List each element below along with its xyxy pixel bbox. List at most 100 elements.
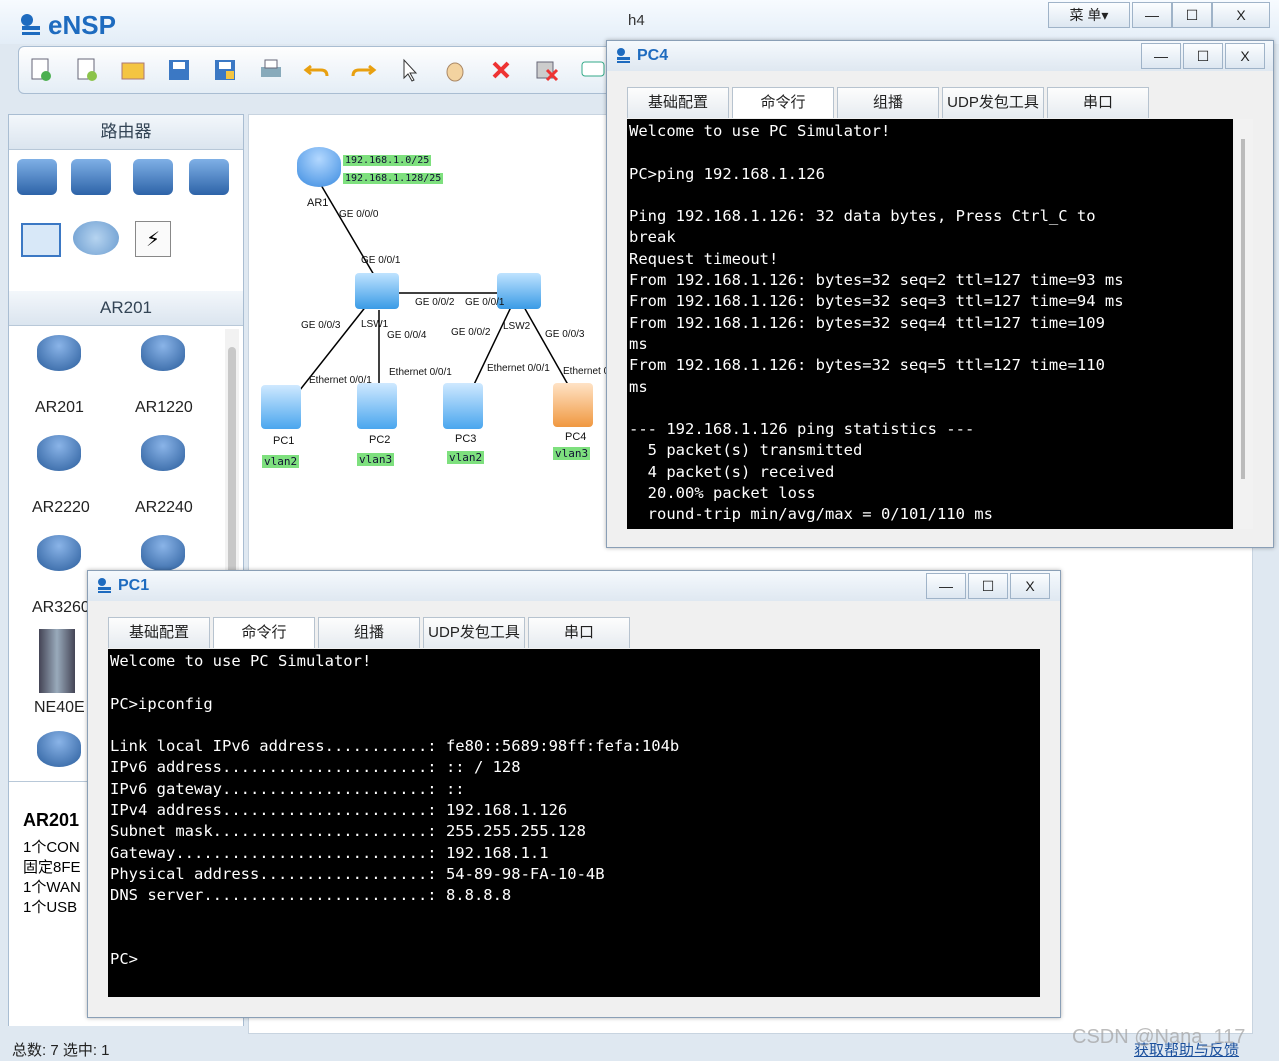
new-topology-icon[interactable] (27, 56, 55, 84)
select-icon[interactable] (395, 56, 423, 84)
minimize-button[interactable]: — (926, 573, 966, 599)
terminal-line: --- 192.168.1.126 ping statistics --- (629, 420, 975, 439)
firewall-category-icon[interactable] (189, 159, 229, 195)
router-device-icon[interactable] (141, 335, 185, 371)
terminal-line: PC>ping 192.168.1.126 (629, 164, 825, 183)
pc1-terminal[interactable]: Welcome to use PC Simulator! PC>ipconfig L… (108, 649, 1040, 997)
tab-udp-tool[interactable]: UDP发包工具 (942, 87, 1044, 118)
delete-link-icon[interactable] (533, 56, 561, 84)
port-label: Ethernet 0/0/1 (487, 363, 550, 374)
save-as-icon[interactable] (211, 56, 239, 84)
tab-multicast[interactable]: 组播 (318, 617, 420, 648)
route-label: 192.168.1.128/25 (343, 173, 444, 184)
tab-udp-tool[interactable]: UDP发包工具 (423, 617, 525, 648)
text-icon[interactable] (579, 56, 607, 84)
pc-label: PC4 (565, 431, 587, 443)
pc-category-icon[interactable] (21, 223, 61, 257)
ar1-label: AR1 (307, 197, 329, 209)
ne40e-device-icon[interactable] (39, 629, 75, 693)
pc1-title-bar[interactable] (88, 571, 1060, 601)
router-category-icon[interactable] (17, 159, 57, 195)
router-device-icon[interactable] (141, 435, 185, 471)
minimize-button[interactable]: — (1141, 43, 1181, 69)
maximize-button[interactable]: ☐ (1183, 43, 1223, 69)
close-button[interactable]: X (1225, 43, 1265, 69)
print-icon[interactable] (257, 56, 285, 84)
pc4-window: PC4 — ☐ X 基础配置 命令行 组播 UDP发包工具 串口 Welcome… (606, 40, 1274, 548)
lsw1-switch-icon[interactable] (355, 273, 399, 309)
terminal-line: Request timeout! (629, 249, 779, 268)
terminal-line: Link local IPv6 address...........: fe80… (110, 737, 680, 756)
pc1-title: PC1 (118, 577, 150, 594)
undo-icon[interactable] (303, 56, 331, 84)
terminal-line: 4 packet(s) received (629, 462, 835, 481)
terminal-line: DNS server........................: 8.8.… (110, 886, 512, 905)
pc2-icon[interactable] (357, 383, 397, 429)
info-line: 1个CON (23, 839, 80, 856)
tab-multicast[interactable]: 组播 (837, 87, 939, 118)
device-label: AR1220 (135, 399, 193, 416)
pc3-icon[interactable] (443, 383, 483, 429)
port-label: GE 0/0/2 (415, 297, 455, 308)
maximize-button[interactable]: ☐ (968, 573, 1008, 599)
lsw2-label: LSW2 (503, 321, 531, 332)
terminal-line: From 192.168.1.126: bytes=32 seq=5 ttl=1… (629, 356, 1105, 375)
device-label: AR2220 (32, 499, 90, 516)
tab-command-line[interactable]: 命令行 (213, 617, 315, 648)
tab-command-line[interactable]: 命令行 (732, 87, 834, 118)
router-device-icon[interactable] (37, 335, 81, 371)
cloud-category-icon[interactable] (73, 221, 119, 255)
auto-link-icon[interactable]: ⚡ (135, 221, 171, 257)
route-label: 192.168.1.0/25 (343, 155, 432, 166)
switch-category-icon[interactable] (71, 159, 111, 195)
router-device-icon[interactable] (37, 535, 81, 571)
open-icon[interactable] (119, 56, 147, 84)
pc4-terminal[interactable]: Welcome to use PC Simulator! PC>ping 192.… (627, 119, 1233, 529)
redo-icon[interactable] (349, 56, 377, 84)
app-title: eNSP (48, 10, 116, 40)
maximize-button[interactable]: ☐ (1172, 2, 1212, 28)
tab-basic-config[interactable]: 基础配置 (108, 617, 210, 648)
pc4-icon[interactable] (553, 383, 593, 427)
pc1-tabs: 基础配置 命令行 组播 UDP发包工具 串口 (108, 617, 648, 648)
tab-serial[interactable]: 串口 (1047, 87, 1149, 118)
lsw1-label: LSW1 (361, 319, 389, 330)
port-label: Ethernet 0/0/1 (389, 367, 452, 378)
save-icon[interactable] (165, 56, 193, 84)
pc-label: PC2 (369, 434, 391, 446)
pc4-terminal-scrollbar[interactable] (1235, 119, 1253, 529)
close-button[interactable]: X (1212, 2, 1270, 28)
terminal-line: IPv6 address......................: :: /… (110, 758, 521, 777)
terminal-line: Gateway...........................: 192.… (110, 843, 549, 862)
delete-icon[interactable] (487, 56, 515, 84)
terminal-line: 20.00% packet loss (629, 484, 816, 503)
ar1-router-icon[interactable] (297, 147, 341, 187)
close-button[interactable]: X (1010, 573, 1050, 599)
info-line: 固定8FE (23, 859, 81, 876)
terminal-line: IPv6 gateway......................: :: (110, 779, 465, 798)
menu-button[interactable]: 菜 单▾ (1048, 2, 1130, 28)
toolbar (18, 46, 620, 94)
device-info-title: AR201 (23, 810, 80, 830)
terminal-line: Welcome to use PC Simulator! (110, 652, 372, 670)
router-device-icon[interactable] (141, 535, 185, 571)
tab-basic-config[interactable]: 基础配置 (627, 87, 729, 118)
tab-serial[interactable]: 串口 (528, 617, 630, 648)
wlan-category-icon[interactable] (133, 159, 173, 195)
router-device-icon[interactable] (37, 435, 81, 471)
port-label: Ethernet 0 (563, 366, 610, 377)
new-lab-icon[interactable] (73, 56, 101, 84)
terminal-line: From 192.168.1.126: bytes=32 seq=2 ttl=1… (629, 271, 1124, 290)
terminal-line: PC>ipconfig (110, 694, 213, 713)
pc1-icon[interactable] (261, 385, 301, 429)
terminal-line: round-trip min/avg/max = 0/101/110 ms (629, 505, 993, 524)
minimize-button[interactable]: — (1132, 2, 1172, 28)
pc-label: PC3 (455, 433, 477, 445)
router-device-icon[interactable] (37, 731, 81, 767)
device-label: AR2240 (135, 499, 193, 516)
vlan-label: vlan2 (447, 451, 485, 464)
terminal-line: PC> (110, 950, 138, 969)
pan-hand-icon[interactable] (441, 56, 469, 84)
